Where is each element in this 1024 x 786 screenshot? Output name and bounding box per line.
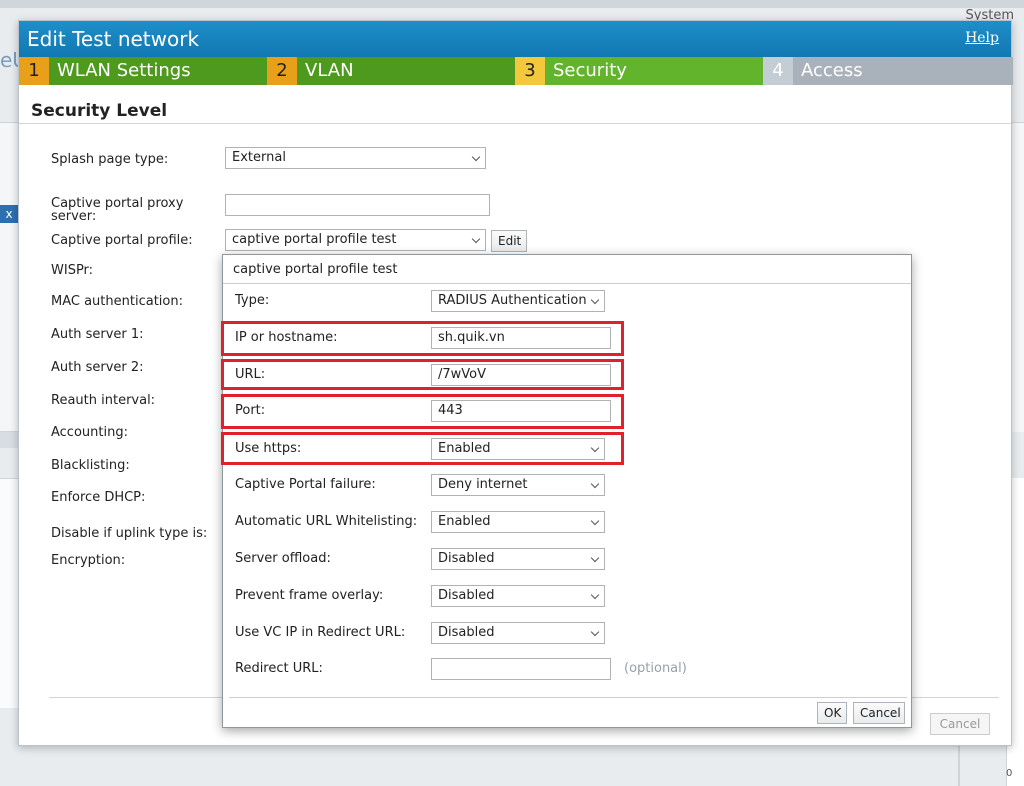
splash-type-select[interactable]: External: [225, 147, 486, 169]
step-vlan[interactable]: 2 VLAN: [267, 57, 515, 85]
splash-type-label: Splash page type:: [51, 152, 169, 167]
cancel-button[interactable]: Cancel: [853, 702, 905, 724]
help-link[interactable]: Help: [965, 30, 999, 46]
ok-button[interactable]: OK: [817, 702, 847, 724]
server-offload-label: Server offload:: [235, 551, 331, 566]
url-whitelisting-label: Automatic URL Whitelisting:: [235, 514, 418, 529]
popup-title: captive portal profile test: [233, 262, 398, 277]
redirect-url-label: Redirect URL:: [235, 661, 323, 676]
step-number: 4: [763, 57, 793, 85]
wispr-label: WISPr:: [51, 263, 94, 278]
step-wlan-settings[interactable]: 1 WLAN Settings: [19, 57, 267, 85]
vc-ip-select[interactable]: Disabled: [431, 622, 605, 644]
redirect-url-input[interactable]: [431, 658, 611, 680]
proxy-server-label: Captive portal proxy server:: [51, 196, 184, 224]
portal-profile-label: Captive portal profile:: [51, 233, 193, 248]
background-chart-zero: 0: [1006, 768, 1013, 779]
edit-profile-button[interactable]: Edit: [491, 230, 527, 252]
background-left-panel-lower: [0, 478, 18, 708]
highlight-ip-hostname: [221, 321, 624, 356]
accounting-label: Accounting:: [51, 425, 128, 440]
mac-auth-label: MAC authentication:: [51, 294, 183, 309]
step-label: Access: [801, 60, 863, 81]
captive-portal-profile-popup: captive portal profile test Type: RADIUS…: [221, 254, 912, 728]
frame-overlay-label: Prevent frame overlay:: [235, 588, 384, 603]
auth-server-2-label: Auth server 2:: [51, 360, 144, 375]
section-title: Security Level: [31, 101, 168, 121]
proxy-server-input[interactable]: [225, 194, 490, 216]
step-access[interactable]: 4 Access: [763, 57, 1013, 85]
enforce-dhcp-label: Enforce DHCP:: [51, 490, 146, 505]
background-left-panel: [0, 122, 18, 432]
disable-uplink-label: Disable if uplink type is:: [51, 526, 208, 541]
section-divider: [19, 123, 1011, 124]
top-bar: [0, 0, 1024, 8]
background-scroll-strip: [958, 746, 960, 786]
dialog-cancel-button[interactable]: Cancel: [930, 713, 990, 735]
dialog-header: Edit Test network Help: [19, 21, 1011, 57]
frame-overlay-select[interactable]: Disabled: [431, 585, 605, 607]
encryption-label: Encryption:: [51, 553, 126, 568]
wizard-steps: 1 WLAN Settings 2 VLAN 3 Security 4 Access: [19, 57, 1013, 85]
step-label: VLAN: [305, 60, 354, 81]
highlight-port: [221, 394, 624, 429]
auth-server-1-label: Auth server 1:: [51, 327, 144, 342]
step-label: Security: [553, 60, 627, 81]
server-offload-select[interactable]: Disabled: [431, 548, 605, 570]
background-divider: [0, 432, 18, 448]
type-label: Type:: [235, 293, 270, 308]
vc-ip-label: Use VC IP in Redirect URL:: [235, 625, 406, 640]
optional-hint: (optional): [624, 661, 687, 676]
type-select[interactable]: RADIUS Authentication: [431, 290, 605, 312]
portal-failure-label: Captive Portal failure:: [235, 477, 376, 492]
highlight-use-https: [221, 432, 624, 465]
popup-title-divider: [223, 283, 911, 284]
reauth-interval-label: Reauth interval:: [51, 393, 156, 408]
highlight-url: [221, 359, 624, 390]
step-number: 2: [267, 57, 297, 85]
step-number: 1: [19, 57, 49, 85]
background-close-icon[interactable]: x: [0, 205, 18, 223]
dialog-title: Edit Test network: [27, 27, 200, 51]
step-number: 3: [515, 57, 545, 85]
portal-failure-select[interactable]: Deny internet: [431, 474, 605, 496]
step-security[interactable]: 3 Security: [515, 57, 763, 85]
step-label: WLAN Settings: [57, 60, 191, 81]
portal-profile-select[interactable]: captive portal profile test: [225, 229, 486, 251]
popup-footer-divider: [229, 697, 907, 698]
blacklisting-label: Blacklisting:: [51, 458, 130, 473]
url-whitelisting-select[interactable]: Enabled: [431, 511, 605, 533]
